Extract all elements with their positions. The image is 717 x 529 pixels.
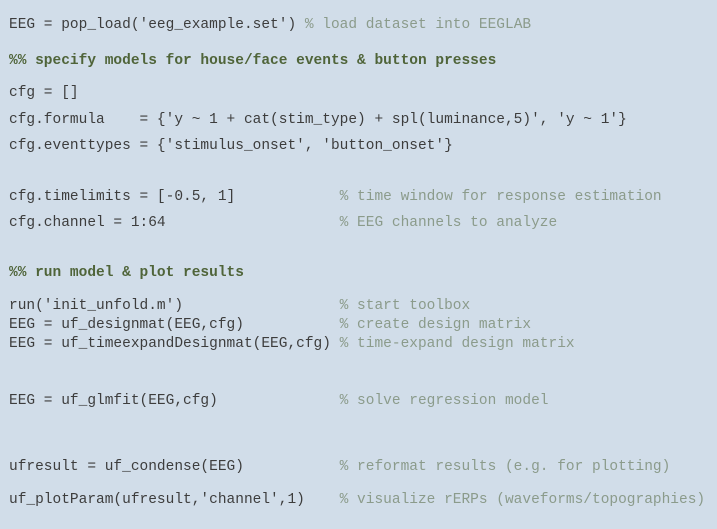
code-line-condense[interactable]: ufresult = uf_condense(EEG) % reformat r…: [9, 457, 670, 477]
code-line-cfg-timelimits[interactable]: cfg.timelimits = [-0.5, 1] % time window…: [9, 187, 662, 207]
section-text: %% run model & plot results: [9, 265, 244, 281]
code-line-cfg-eventtypes[interactable]: cfg.eventtypes = {'stimulus_onset', 'but…: [9, 136, 453, 156]
code-text: cfg = []: [9, 85, 79, 101]
code-text: ufresult = uf_condense(EEG): [9, 459, 340, 475]
code-text: run('init_unfold.m'): [9, 298, 340, 314]
code-line-cfg-channel[interactable]: cfg.channel = 1:64 % EEG channels to ana…: [9, 213, 557, 233]
code-text: cfg.channel = 1:64: [9, 215, 340, 231]
section-text: %% specify models for house/face events …: [9, 53, 497, 69]
code-line-cfg-formula[interactable]: cfg.formula = {'y ~ 1 + cat(stim_type) +…: [9, 110, 627, 130]
code-comment: % time window for response estimation: [339, 189, 662, 205]
code-line-plotparam[interactable]: uf_plotParam(ufresult,'channel',1) % vis…: [9, 490, 705, 510]
code-line-cfg-init[interactable]: cfg = []: [9, 83, 79, 103]
code-line-designmat[interactable]: EEG = uf_designmat(EEG,cfg) % create des…: [9, 315, 531, 335]
code-line-run-init[interactable]: run('init_unfold.m') % start toolbox: [9, 296, 470, 316]
code-comment: % EEG channels to analyze: [339, 215, 558, 231]
code-line-glmfit[interactable]: EEG = uf_glmfit(EEG,cfg) % solve regress…: [9, 391, 549, 411]
code-comment: % load dataset into EEGLAB: [304, 17, 532, 33]
code-text: EEG = pop_load('eeg_example.set'): [9, 17, 305, 33]
code-editor[interactable]: EEG = pop_load('eeg_example.set') % load…: [0, 0, 717, 529]
section-header-specify-models[interactable]: %% specify models for house/face events …: [9, 51, 496, 71]
code-comment: % create design matrix: [339, 317, 532, 333]
code-text: EEG = uf_glmfit(EEG,cfg): [9, 393, 340, 409]
code-text: EEG = uf_timeexpandDesignmat(EEG,cfg): [9, 336, 340, 352]
code-comment: % time-expand design matrix: [339, 336, 575, 352]
code-line-load-dataset[interactable]: EEG = pop_load('eeg_example.set') % load…: [9, 15, 531, 35]
code-text: cfg.timelimits = [-0.5, 1]: [9, 189, 340, 205]
code-text: cfg.eventtypes = {'stimulus_onset', 'but…: [9, 138, 453, 154]
code-text: uf_plotParam(ufresult,'channel',1): [9, 492, 340, 508]
code-comment: % solve regression model: [339, 393, 549, 409]
code-comment: % start toolbox: [339, 298, 471, 314]
code-comment: % reformat results (e.g. for plotting): [339, 459, 671, 475]
code-text: cfg.formula = {'y ~ 1 + cat(stim_type) +…: [9, 112, 627, 128]
code-text: EEG = uf_designmat(EEG,cfg): [9, 317, 340, 333]
section-header-run-model[interactable]: %% run model & plot results: [9, 263, 244, 283]
code-line-timeexpand[interactable]: EEG = uf_timeexpandDesignmat(EEG,cfg) % …: [9, 334, 575, 354]
code-comment: % visualize rERPs (waveforms/topographie…: [339, 492, 706, 508]
